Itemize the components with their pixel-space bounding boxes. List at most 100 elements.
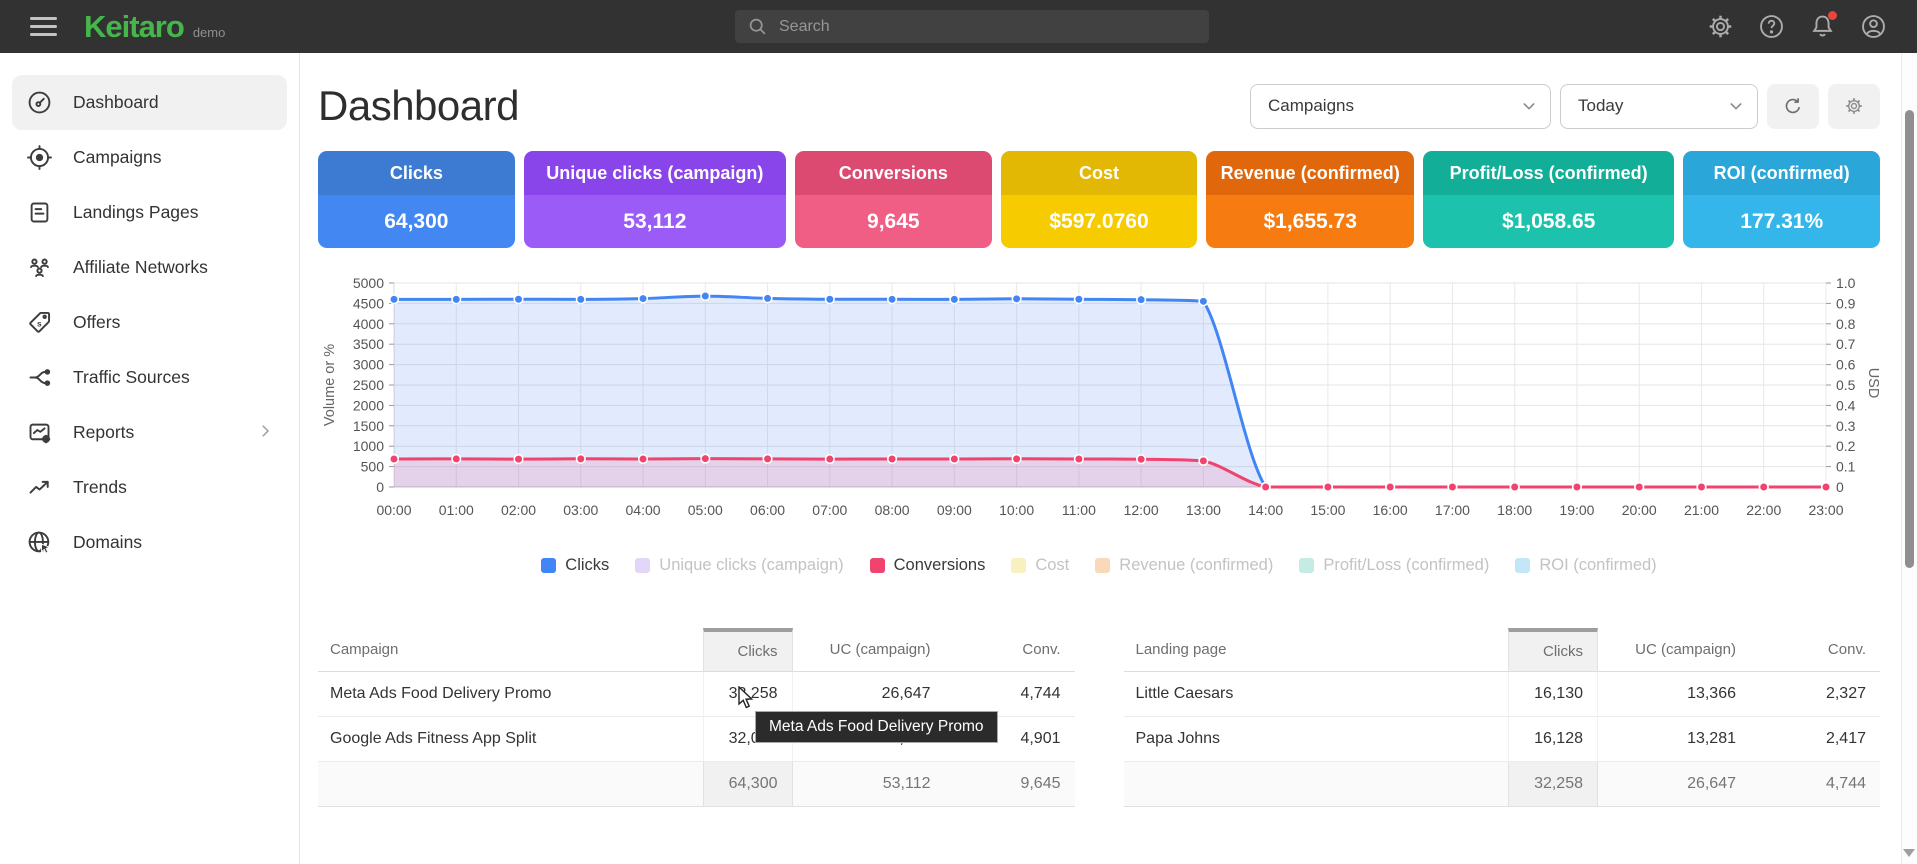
scroll-down-arrow-icon[interactable] xyxy=(1903,849,1915,857)
sidebar-item-domains[interactable]: Domains xyxy=(12,515,287,570)
metric-card-label: Profit/Loss (confirmed) xyxy=(1423,151,1674,195)
sidebar-item-campaigns[interactable]: Campaigns xyxy=(12,130,287,185)
metric-card-label: Unique clicks (campaign) xyxy=(524,151,786,195)
column-header-uc-campaign[interactable]: UC (campaign) xyxy=(1598,628,1750,672)
sidebar-item-label: Campaigns xyxy=(73,147,162,168)
svg-text:16:00: 16:00 xyxy=(1373,502,1408,518)
metric-card-value: $1,058.65 xyxy=(1423,195,1674,248)
legend-item-unique-clicks-campaign[interactable]: Unique clicks (campaign) xyxy=(635,556,843,575)
legend-item-clicks[interactable]: Clicks xyxy=(541,556,609,575)
campaigns-icon xyxy=(26,144,53,171)
svg-text:23:00: 23:00 xyxy=(1808,502,1843,518)
column-header-landing-page[interactable]: Landing page xyxy=(1124,628,1509,672)
sidebar-item-label: Landings Pages xyxy=(73,202,199,223)
metric-card-label: Clicks xyxy=(318,151,515,195)
svg-text:0.4: 0.4 xyxy=(1836,397,1856,413)
legend-item-conversions[interactable]: Conversions xyxy=(870,556,986,575)
column-header-conv[interactable]: Conv. xyxy=(1750,628,1880,672)
svg-text:05:00: 05:00 xyxy=(688,502,723,518)
svg-text:0.2: 0.2 xyxy=(1836,438,1856,454)
metric-cards-row: Clicks64,300Unique clicks (campaign)53,1… xyxy=(318,151,1880,248)
table-header-row: Landing pageClicksUC (campaign)Conv. xyxy=(1124,628,1881,672)
scrollbar-thumb[interactable] xyxy=(1905,110,1914,568)
help-icon[interactable] xyxy=(1758,13,1785,40)
sidebar-item-reports[interactable]: Reports xyxy=(12,405,287,460)
offers-icon: s xyxy=(26,309,53,336)
svg-text:2500: 2500 xyxy=(353,377,384,393)
svg-text:10:00: 10:00 xyxy=(999,502,1034,518)
column-header-campaign[interactable]: Campaign xyxy=(318,628,703,672)
legend-label: Revenue (confirmed) xyxy=(1119,556,1273,575)
row-value-cell: 16,130 xyxy=(1508,672,1598,717)
svg-text:4500: 4500 xyxy=(353,295,384,311)
svg-text:08:00: 08:00 xyxy=(875,502,910,518)
legend-item-revenue-confirmed[interactable]: Revenue (confirmed) xyxy=(1095,556,1273,575)
legend-item-profit-loss-confirmed[interactable]: Profit/Loss (confirmed) xyxy=(1299,556,1489,575)
notification-dot xyxy=(1828,11,1837,20)
search-bar[interactable] xyxy=(735,10,1209,43)
metric-card-value: $1,655.73 xyxy=(1206,195,1414,248)
landing-pages-table: Landing pageClicksUC (campaign)Conv.Litt… xyxy=(1124,628,1881,807)
sidebar-item-offers[interactable]: s Offers xyxy=(12,295,287,350)
svg-text:0.7: 0.7 xyxy=(1836,336,1856,352)
svg-text:09:00: 09:00 xyxy=(937,502,972,518)
table-row[interactable]: Little Caesars16,13013,3662,327 xyxy=(1124,672,1881,717)
sidebar-item-trends[interactable]: Trends xyxy=(12,460,287,515)
column-header-clicks[interactable]: Clicks xyxy=(703,628,793,672)
metric-card-value: 53,112 xyxy=(524,195,786,248)
bell-icon[interactable] xyxy=(1809,13,1836,40)
chevron-right-icon xyxy=(256,422,274,445)
table-header-row: CampaignClicksUC (campaign)Conv. xyxy=(318,628,1075,672)
chart-legend: Clicks Unique clicks (campaign) Conversion… xyxy=(318,556,1880,575)
gear-icon[interactable] xyxy=(1707,13,1734,40)
column-header-clicks[interactable]: Clicks xyxy=(1508,628,1598,672)
metric-card-value: 64,300 xyxy=(318,195,515,248)
chevron-down-icon xyxy=(1728,98,1744,114)
svg-text:06:00: 06:00 xyxy=(750,502,785,518)
table-row[interactable]: Papa Johns16,12813,2812,417 xyxy=(1124,717,1881,762)
settings-gear-icon xyxy=(1844,96,1864,116)
dashboard-controls: Campaigns Today xyxy=(1250,84,1880,129)
metric-card-unique-clicks-campaign: Unique clicks (campaign)53,112 xyxy=(524,151,786,248)
sidebar-item-label: Affiliate Networks xyxy=(73,257,208,278)
column-header-conv[interactable]: Conv. xyxy=(945,628,1075,672)
refresh-icon xyxy=(1782,95,1804,117)
page-scrollbar xyxy=(1901,53,1917,864)
svg-text:18:00: 18:00 xyxy=(1497,502,1532,518)
row-tooltip: Meta Ads Food Delivery Promo xyxy=(755,711,998,743)
svg-text:11:00: 11:00 xyxy=(1062,502,1096,518)
refresh-button[interactable] xyxy=(1767,84,1819,129)
sidebar-item-traffic-sources[interactable]: Traffic Sources xyxy=(12,350,287,405)
legend-item-cost[interactable]: Cost xyxy=(1011,556,1069,575)
account-icon[interactable] xyxy=(1860,13,1887,40)
date-range-select[interactable]: Today xyxy=(1560,84,1758,129)
grouping-select[interactable]: Campaigns xyxy=(1250,84,1551,129)
sidebar-item-landings-pages[interactable]: Landings Pages xyxy=(12,185,287,240)
svg-text:20:00: 20:00 xyxy=(1622,502,1657,518)
svg-text:3000: 3000 xyxy=(353,357,384,373)
legend-swatch xyxy=(635,558,650,573)
hamburger-menu-icon[interactable] xyxy=(30,12,57,41)
column-header-uc-campaign[interactable]: UC (campaign) xyxy=(793,628,945,672)
svg-text:19:00: 19:00 xyxy=(1559,502,1594,518)
svg-text:0.5: 0.5 xyxy=(1836,377,1856,393)
svg-text:5000: 5000 xyxy=(353,275,384,291)
metric-card-value: 177.31% xyxy=(1683,195,1880,248)
sidebar-item-label: Traffic Sources xyxy=(73,367,190,388)
row-value-cell: 13,281 xyxy=(1598,717,1750,762)
row-name-cell: Little Caesars xyxy=(1124,672,1509,717)
sidebar-item-affiliate-networks[interactable]: Affiliate Networks xyxy=(12,240,287,295)
legend-item-roi-confirmed[interactable]: ROI (confirmed) xyxy=(1515,556,1656,575)
chevron-down-icon xyxy=(1521,98,1537,114)
sidebar-item-label: Offers xyxy=(73,312,120,333)
metric-card-value: $597.0760 xyxy=(1001,195,1198,248)
search-input[interactable] xyxy=(777,17,1209,37)
legend-label: Conversions xyxy=(894,556,986,575)
dashboard-settings-button[interactable] xyxy=(1828,84,1880,129)
svg-text:1500: 1500 xyxy=(353,418,384,434)
metric-card-conversions: Conversions9,645 xyxy=(795,151,992,248)
svg-text:0.1: 0.1 xyxy=(1836,459,1856,475)
date-range-value: Today xyxy=(1578,96,1623,116)
sidebar-item-dashboard[interactable]: Dashboard xyxy=(12,75,287,130)
svg-text:500: 500 xyxy=(361,459,385,475)
